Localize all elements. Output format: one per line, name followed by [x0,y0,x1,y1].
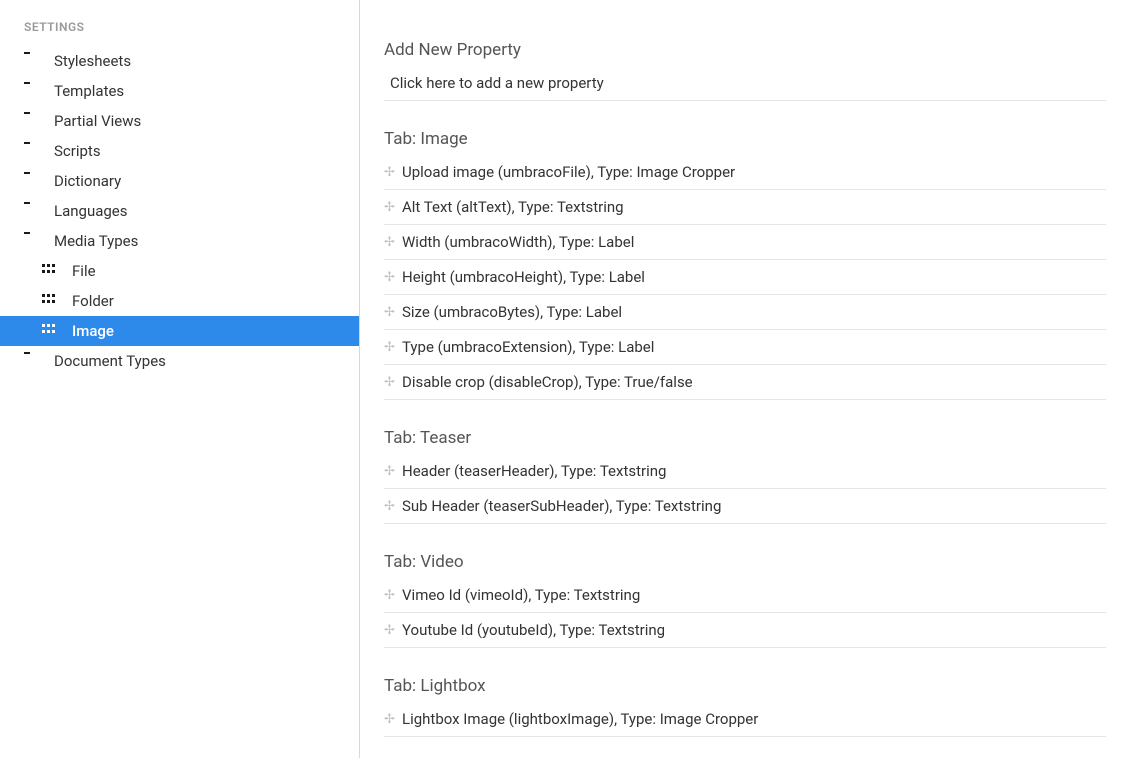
property-label: Size (umbracoBytes), Type: Label [402,303,622,321]
tree-item-label: Partial Views [54,112,141,130]
tree-item-languages[interactable]: Languages [0,196,359,226]
property-label: Alt Text (altText), Type: Textstring [402,198,624,216]
move-icon: ✢ [384,499,402,514]
move-icon: ✢ [384,270,402,285]
property-item[interactable]: ✢Disable crop (disableCrop), Type: True/… [384,365,1106,400]
settings-tree: Stylesheets Templates Partial Views Scripts… [0,46,359,376]
property-item[interactable]: ✢Header (teaserHeader), Type: Textstring [384,454,1106,489]
move-icon: ✢ [384,464,402,479]
property-item[interactable]: ✢Width (umbracoWidth), Type: Label [384,225,1106,260]
grid-icon [42,264,58,278]
tab-title: Tab: Lightbox [384,676,1106,696]
tree-item-scripts[interactable]: Scripts [0,136,359,166]
tab-title: Tab: Video [384,552,1106,572]
folder-icon [24,144,40,158]
tree-item-media-types[interactable]: Media Types [0,226,359,256]
property-item[interactable]: ✢Sub Header (teaserSubHeader), Type: Tex… [384,489,1106,524]
tab-section-tab-image: Tab: Image✢Upload image (umbracoFile), T… [384,129,1106,400]
tab-section-tab-teaser: Tab: Teaser✢Header (teaserHeader), Type:… [384,428,1106,524]
property-label: Header (teaserHeader), Type: Textstring [402,462,666,480]
tree-item-dictionary[interactable]: Dictionary [0,166,359,196]
property-item[interactable]: ✢Type (umbracoExtension), Type: Label [384,330,1106,365]
tab-section-tab-lightbox: Tab: Lightbox ✢Lightbox Image (lightboxIm… [384,676,1106,737]
property-item[interactable]: ✢Vimeo Id (vimeoId), Type: Textstring [384,578,1106,613]
property-label: Disable crop (disableCrop), Type: True/f… [402,373,693,391]
folder-icon [24,54,40,68]
sidebar-header: SETTINGS [0,20,359,46]
move-icon: ✢ [384,200,402,215]
tree-item-partial-views[interactable]: Partial Views [0,106,359,136]
move-icon: ✢ [384,712,402,727]
move-icon: ✢ [384,235,402,250]
tab-section-tab-video: Tab: Video✢Vimeo Id (vimeoId), Type: Tex… [384,552,1106,648]
tree-item-file[interactable]: File [0,256,359,286]
move-icon: ✢ [384,305,402,320]
tree-item-image[interactable]: Image [0,316,359,346]
tree-item-document-types[interactable]: Document Types [0,346,359,376]
tree-item-stylesheets[interactable]: Stylesheets [0,46,359,76]
property-label: Lightbox Image (lightboxImage), Type: Im… [402,710,758,728]
folder-icon [24,84,40,98]
tree-item-label: Image [72,322,114,340]
property-list: ✢Upload image (umbracoFile), Type: Image… [384,155,1106,400]
property-label: Width (umbracoWidth), Type: Label [402,233,634,251]
add-new-property-section: Add New Property Click here to add a new… [384,40,1106,101]
property-item[interactable]: ✢Upload image (umbracoFile), Type: Image… [384,155,1106,190]
add-new-property-link[interactable]: Click here to add a new property [384,66,1106,101]
tree-item-label: Folder [72,292,114,310]
property-label: Type (umbracoExtension), Type: Label [402,338,654,356]
tree-item-label: Media Types [54,232,138,250]
add-new-property-title: Add New Property [384,40,1106,60]
main-content: Add New Property Click here to add a new… [360,0,1130,758]
property-list: ✢Lightbox Image (lightboxImage), Type: I… [384,702,1106,737]
tree-item-folder[interactable]: Folder [0,286,359,316]
property-list: ✢Vimeo Id (vimeoId), Type: Textstring✢Yo… [384,578,1106,648]
grid-icon [42,294,58,308]
tab-title: Tab: Image [384,129,1106,149]
move-icon: ✢ [384,623,402,638]
property-label: Sub Header (teaserSubHeader), Type: Text… [402,497,721,515]
tree-item-label: Document Types [54,352,166,370]
tree-item-label: File [72,262,96,280]
property-label: Upload image (umbracoFile), Type: Image … [402,163,735,181]
folder-icon [24,234,40,248]
move-icon: ✢ [384,588,402,603]
tab-title: Tab: Teaser [384,428,1106,448]
property-item[interactable]: ✢Lightbox Image (lightboxImage), Type: I… [384,702,1106,737]
tree-item-label: Stylesheets [54,52,131,70]
tree-item-label: Scripts [54,142,101,160]
property-item[interactable]: ✢Height (umbracoHeight), Type: Label [384,260,1106,295]
tree-item-label: Languages [54,202,128,220]
folder-icon [24,204,40,218]
tree-item-label: Templates [54,82,124,100]
tree-item-templates[interactable]: Templates [0,76,359,106]
property-label: Height (umbracoHeight), Type: Label [402,268,645,286]
property-item[interactable]: ✢Youtube Id (youtubeId), Type: Textstrin… [384,613,1106,648]
property-item[interactable]: ✢Size (umbracoBytes), Type: Label [384,295,1106,330]
move-icon: ✢ [384,340,402,355]
folder-icon [24,354,40,368]
property-list: ✢Header (teaserHeader), Type: Textstring… [384,454,1106,524]
move-icon: ✢ [384,165,402,180]
settings-sidebar: SETTINGS Stylesheets Templates Partial Vie… [0,0,360,758]
property-label: Vimeo Id (vimeoId), Type: Textstring [402,586,640,604]
property-label: Youtube Id (youtubeId), Type: Textstring [402,621,665,639]
grid-icon [42,324,58,338]
folder-icon [24,174,40,188]
move-icon: ✢ [384,375,402,390]
tree-item-label: Dictionary [54,172,121,190]
folder-icon [24,114,40,128]
property-item[interactable]: ✢Alt Text (altText), Type: Textstring [384,190,1106,225]
